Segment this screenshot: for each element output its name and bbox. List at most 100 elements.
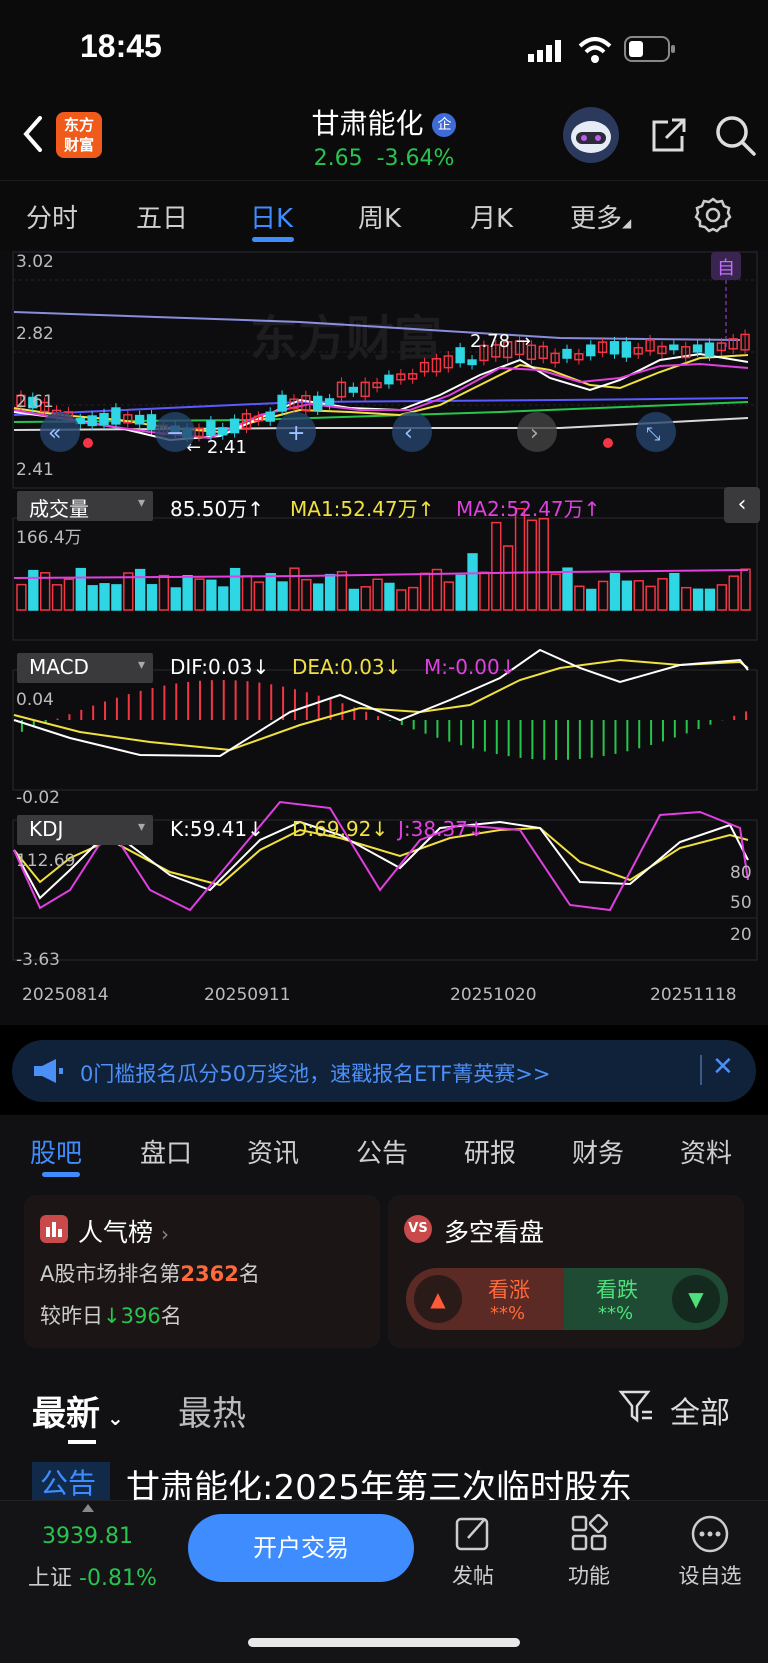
stock-name: 甘肃能化	[311, 107, 424, 140]
volume-bar	[574, 585, 585, 611]
candle	[87, 411, 97, 431]
date-label-2: 20250911	[204, 985, 291, 1005]
candle	[265, 407, 275, 427]
tab-more[interactable]: 更多◢	[570, 198, 631, 235]
tab-monthly-k[interactable]: 月K	[470, 198, 513, 235]
volume-bar	[277, 581, 288, 611]
volume-bar	[170, 587, 181, 611]
caret-icon: ◢	[622, 216, 632, 230]
stock-change: -3.64%	[376, 146, 455, 171]
candle	[586, 340, 596, 361]
volume-bar	[194, 578, 205, 611]
post-title[interactable]: 甘肃能化:2025年第三次临时股东	[126, 1460, 632, 1500]
candle	[134, 410, 145, 429]
volume-bar	[289, 567, 300, 611]
index-expand-icon[interactable]	[82, 1504, 94, 1512]
feed-tab-underline	[68, 1440, 96, 1444]
volume-bar	[63, 578, 75, 611]
candle	[621, 337, 632, 362]
subtab-research[interactable]: 研报	[464, 1133, 516, 1170]
macd-button-label: MACD	[29, 655, 89, 679]
zoom-out-glyph: −	[166, 421, 184, 446]
subtab-guba[interactable]: 股吧	[30, 1133, 82, 1170]
tab-daily-k[interactable]: 日K	[250, 198, 293, 235]
volume-bar	[597, 580, 609, 611]
subtab-profile[interactable]: 资料	[680, 1133, 732, 1170]
volume-bar	[360, 586, 371, 611]
post-icon[interactable]	[454, 1514, 492, 1552]
volume-bar	[479, 571, 490, 611]
vs-icon: VS	[404, 1215, 432, 1243]
macd-dea: DEA:0.03↓	[292, 655, 402, 679]
up-arrow-icon[interactable]: ▲	[414, 1275, 462, 1323]
candle	[396, 369, 406, 385]
watchlist-icon[interactable]	[690, 1514, 730, 1554]
popularity-rank: A股市场排名第2362名	[40, 1262, 260, 1286]
popularity-title[interactable]: 人气榜 ›	[78, 1213, 169, 1249]
share-icon[interactable]	[648, 116, 688, 156]
filter-all[interactable]: 全部	[670, 1388, 730, 1432]
volume-bar	[87, 585, 98, 611]
volume-bar	[407, 586, 419, 611]
nav-function[interactable]: 功能	[549, 1560, 629, 1590]
signal-icon	[528, 40, 564, 62]
volume-bar	[301, 578, 312, 611]
search-icon[interactable]	[714, 114, 758, 158]
volume-bar	[16, 583, 27, 611]
nav-watchlist[interactable]: 设自选	[670, 1560, 750, 1590]
volume-bar	[681, 586, 692, 611]
volume-bar	[502, 545, 514, 611]
tab-minute[interactable]: 分时	[26, 198, 78, 235]
tab-five-day[interactable]: 五日	[136, 198, 188, 235]
kdj-axis-bottom: -3.63	[16, 950, 60, 970]
price-label-bottom: 2.41	[16, 460, 54, 480]
volume-ma2: MA2:52.47万↑	[456, 497, 601, 521]
trade-button[interactable]: 开户交易	[188, 1514, 414, 1582]
down-arrow-icon[interactable]: ▼	[672, 1275, 720, 1323]
index-name[interactable]: 上证 -0.81%	[28, 1560, 157, 1592]
index-value[interactable]: 3939.81	[42, 1524, 133, 1549]
volume-bar	[467, 553, 478, 611]
volume-bar	[182, 575, 193, 611]
volume-bar	[123, 572, 134, 611]
volume-bar	[51, 584, 63, 611]
macd-indicator-button[interactable]: MACD	[17, 653, 153, 683]
collapse-panel-icon[interactable]: ‹	[724, 487, 760, 523]
volume-indicator-button[interactable]: 成交量	[17, 491, 153, 521]
subtab-pankou[interactable]: 盘口	[140, 1133, 192, 1170]
kdj-indicator-button[interactable]: KDJ	[17, 815, 153, 845]
macd-dif: DIF:0.03↓	[170, 655, 270, 679]
date-label-3: 20251020	[450, 985, 537, 1005]
candle	[669, 340, 679, 355]
nav-post[interactable]: 发帖	[433, 1560, 513, 1590]
tab-weekly-k[interactable]: 周K	[358, 198, 401, 235]
candle	[550, 348, 560, 368]
bear-value: **%	[598, 1303, 634, 1324]
banner-divider	[700, 1055, 702, 1085]
candle	[538, 341, 548, 364]
robot-assistant-icon[interactable]	[562, 106, 620, 164]
close-icon[interactable]: ✕	[712, 1052, 734, 1082]
settings-icon[interactable]	[694, 196, 732, 234]
volume-bar	[562, 567, 573, 611]
bull-label: 看涨	[488, 1278, 530, 1302]
volume-bar	[384, 582, 395, 611]
macd-axis-bottom: -0.02	[16, 788, 60, 808]
zoom-in-glyph: +	[287, 421, 305, 446]
filter-icon[interactable]	[618, 1388, 654, 1424]
subtab-finance[interactable]: 财务	[572, 1133, 624, 1170]
price-label-3: 2.61	[16, 392, 54, 412]
function-icon[interactable]	[570, 1513, 609, 1552]
price-label-top: 3.02	[16, 252, 54, 272]
banner-text[interactable]: 0门槛报名瓜分50万奖池，速戳报名ETF菁英赛>>	[80, 1058, 550, 1088]
candle	[123, 409, 133, 428]
feed-tab-hot[interactable]: 最热	[178, 1386, 246, 1435]
volume-bar	[657, 578, 668, 611]
kdj-axis-top: 112.69	[16, 851, 76, 871]
subtab-announcement[interactable]: 公告	[356, 1133, 408, 1170]
subtab-news[interactable]: 资讯	[247, 1133, 299, 1170]
chart-svg[interactable]: 东方财富 2.78 → ← 2.41 自 « − + ‹ › ⤡	[0, 250, 768, 1025]
feed-tab-latest[interactable]: 最新 ⌄	[32, 1386, 124, 1435]
expand-glyph: ⤡	[646, 424, 660, 445]
candle	[455, 342, 465, 368]
